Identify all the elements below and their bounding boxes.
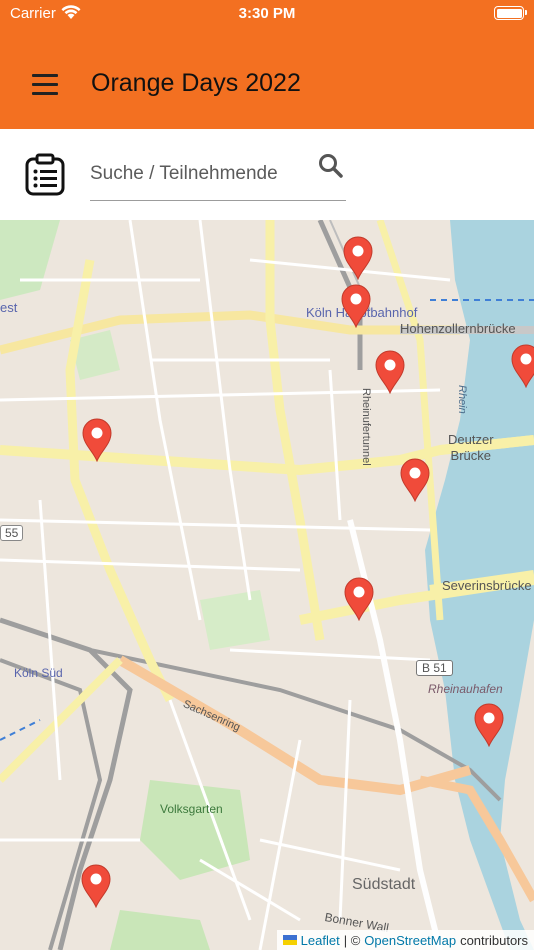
menu-button[interactable] xyxy=(28,70,62,98)
map-attribution: Leaflet | © OpenStreetMap contributors xyxy=(276,930,534,950)
map-marker[interactable] xyxy=(342,236,374,280)
map-label: Volksgarten xyxy=(160,802,223,816)
map-label: Rhein xyxy=(456,385,468,414)
leaflet-link[interactable]: Leaflet xyxy=(301,933,340,948)
search-icon[interactable] xyxy=(316,151,346,181)
status-bar: Carrier 3:30 PM xyxy=(0,0,534,28)
attribution-separator: | © xyxy=(343,932,361,948)
map-label: 55 xyxy=(0,525,24,541)
map-label: Köln Süd xyxy=(14,666,63,680)
map-view[interactable]: Köln Hauptbahnhof Hohenzollernbrücke Rhe… xyxy=(0,220,534,950)
ukraine-flag-icon xyxy=(282,935,297,945)
map-label: est xyxy=(0,300,18,315)
map-label: Rheinauhafen xyxy=(428,682,503,696)
map-marker[interactable] xyxy=(81,418,113,462)
search-input[interactable] xyxy=(90,149,310,199)
page-title: Orange Days 2022 xyxy=(91,69,301,97)
map-label: B 51 xyxy=(416,660,453,676)
map-label: Severinsbrücke xyxy=(442,578,532,593)
map-label: Hohenzollernbrücke xyxy=(400,321,516,336)
map-label: Rheinufertunnel xyxy=(360,388,372,466)
map-marker[interactable] xyxy=(80,864,112,908)
map-marker[interactable] xyxy=(510,344,534,388)
osm-link[interactable]: OpenStreetMap xyxy=(364,933,456,948)
search-bar xyxy=(0,129,534,220)
participant-list-icon[interactable] xyxy=(24,153,66,197)
search-field xyxy=(90,149,346,201)
app-header: Carrier 3:30 PM Orange Days 2022 xyxy=(0,0,534,129)
map-marker[interactable] xyxy=(473,703,505,747)
map-marker[interactable] xyxy=(343,577,375,621)
attribution-suffix: contributors xyxy=(460,932,528,948)
map-marker[interactable] xyxy=(374,350,406,394)
map-marker[interactable] xyxy=(340,284,372,328)
status-time: 3:30 PM xyxy=(238,5,296,22)
battery-icon xyxy=(494,6,527,20)
map-label: Deutzer Brücke xyxy=(448,432,494,463)
map-marker[interactable] xyxy=(399,458,431,502)
app-screen: Carrier 3:30 PM Orange Days 2022 Suche /… xyxy=(0,0,534,950)
map-label: Südstadt xyxy=(352,876,416,893)
